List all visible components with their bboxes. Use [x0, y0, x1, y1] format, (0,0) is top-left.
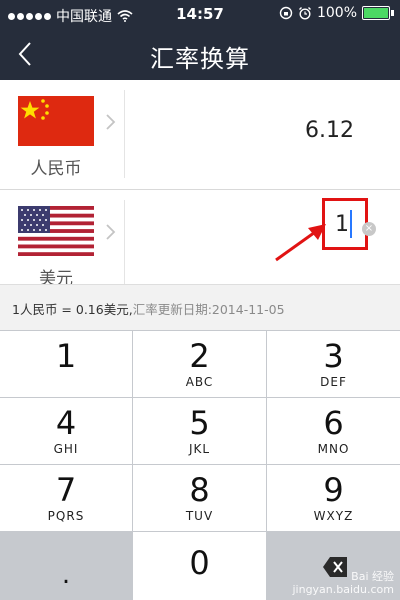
- currency-name-from: 人民币: [30, 159, 82, 179]
- key-letters: ABC: [185, 375, 214, 389]
- usa-flag-icon: [18, 206, 94, 256]
- page-title: 汇率换算: [150, 45, 250, 73]
- numeric-keypad: 1 2 ABC 3 DEF 4 GHI 5 JKL 6 MNO 7 PQRS 8…: [0, 330, 400, 600]
- key-digit: 5: [189, 404, 210, 442]
- china-flag-icon: [18, 96, 94, 146]
- key-digit: 4: [55, 404, 77, 442]
- key-digit: .: [61, 560, 71, 590]
- key-digit: 8: [189, 471, 210, 509]
- alarm-icon: [298, 7, 311, 20]
- exchange-rate-text: 1人民币 = 0.16美元,: [12, 302, 133, 317]
- rate-info-bar: 1人民币 = 0.16美元,汇率更新日期:2014-11-05: [0, 284, 400, 332]
- key-4[interactable]: 4 GHI: [0, 398, 132, 464]
- key-2[interactable]: 2 ABC: [133, 331, 266, 397]
- watermark-url: jingyan.baidu.com: [292, 583, 394, 596]
- key-7[interactable]: 7 PQRS: [0, 465, 132, 531]
- key-3[interactable]: 3 DEF: [267, 331, 400, 397]
- key-0[interactable]: 0: [133, 532, 266, 600]
- key-6[interactable]: 6 MNO: [267, 398, 400, 464]
- divider: [124, 200, 125, 288]
- clear-input-button[interactable]: ×: [362, 222, 376, 236]
- divider: [124, 90, 125, 178]
- key-8[interactable]: 8 TUV: [133, 465, 266, 531]
- battery-icon: [362, 6, 394, 20]
- key-decimal[interactable]: .: [0, 532, 132, 600]
- rotation-lock-icon: [279, 6, 293, 20]
- currency-row-from: 人民币 6.12: [0, 80, 400, 188]
- watermark: Bai 经验 jingyan.baidu.com: [292, 570, 394, 596]
- key-digit: 3: [323, 337, 344, 375]
- key-letters: TUV: [185, 509, 214, 523]
- chevron-right-icon: [106, 224, 116, 240]
- key-1[interactable]: 1: [0, 331, 132, 397]
- watermark-logo-text: Bai 经验: [351, 570, 394, 583]
- currency-selector-to[interactable]: 美元: [14, 198, 124, 290]
- key-letters: DEF: [320, 375, 347, 389]
- text-cursor: [350, 210, 352, 238]
- key-digit: 6: [323, 404, 344, 442]
- nav-bar: 汇率换算: [0, 28, 400, 80]
- key-letters: GHI: [53, 442, 79, 456]
- key-digit: 7: [55, 471, 77, 509]
- rate-info: 1人民币 = 0.16美元,汇率更新日期:2014-11-05: [12, 299, 285, 318]
- key-digit: 9: [323, 471, 344, 509]
- key-9[interactable]: 9 WXYZ: [267, 465, 400, 531]
- key-letters: MNO: [317, 442, 350, 456]
- currency-selector-from[interactable]: 人民币: [14, 88, 124, 180]
- battery-percent: 100%: [316, 5, 357, 21]
- status-right: 100%: [279, 5, 394, 21]
- rate-update-date: 汇率更新日期:2014-11-05: [132, 302, 285, 317]
- key-letters: WXYZ: [313, 509, 354, 523]
- key-digit: 2: [189, 337, 210, 375]
- chevron-right-icon: [106, 114, 116, 130]
- key-digit: 0: [189, 544, 210, 582]
- status-bar: 中国联通 14:57 100%: [0, 0, 400, 28]
- amount-from[interactable]: 6.12: [305, 118, 354, 143]
- amount-to-input[interactable]: 1: [335, 212, 349, 237]
- key-5[interactable]: 5 JKL: [133, 398, 266, 464]
- top-bar: 中国联通 14:57 100% 汇率换算: [0, 0, 400, 80]
- key-delete[interactable]: Bai 经验 jingyan.baidu.com: [267, 532, 400, 600]
- key-digit: 1: [55, 337, 77, 375]
- key-letters: JKL: [188, 442, 211, 456]
- key-letters: PQRS: [47, 509, 85, 523]
